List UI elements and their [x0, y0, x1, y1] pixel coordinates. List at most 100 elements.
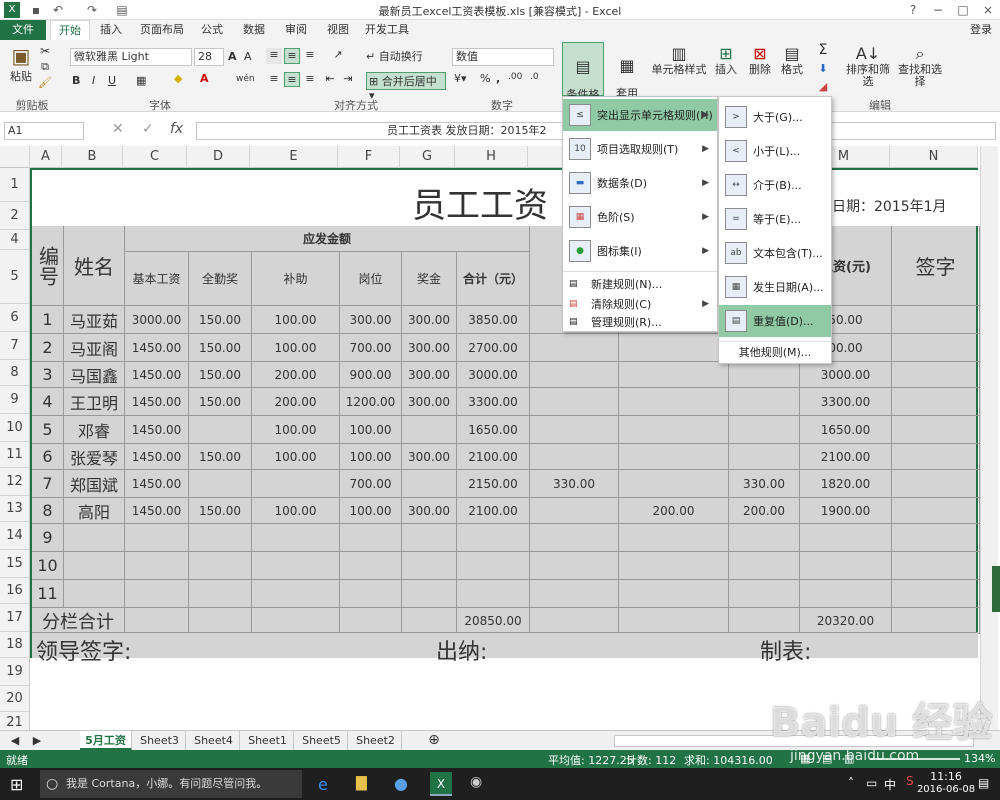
table-cell-empty[interactable]: [340, 524, 402, 552]
table-cell-bonus[interactable]: [402, 470, 457, 498]
delete-cells-button[interactable]: ⊠ 删除: [746, 44, 774, 76]
table-cell-bonus[interactable]: 300.00: [402, 362, 457, 388]
table-cell-x1[interactable]: [619, 362, 729, 388]
menu-clear-rules[interactable]: ▤ 清除规则(C) ▶: [563, 295, 717, 313]
cell-styles-button[interactable]: ▥ 单元格样式: [650, 44, 708, 76]
row-header[interactable]: 12: [0, 468, 30, 496]
table-cell-leave[interactable]: 330.00: [530, 470, 619, 498]
table-cell-sign[interactable]: [892, 470, 980, 498]
table-cell-name[interactable]: 王卫明: [64, 388, 125, 416]
header-attendance[interactable]: 全勤奖: [189, 252, 252, 306]
table-cell-empty[interactable]: [892, 608, 980, 634]
subtotal-net[interactable]: 20320.00: [800, 608, 892, 634]
tab-page-layout[interactable]: 页面布局: [138, 20, 186, 40]
tab-file[interactable]: 文件: [0, 20, 46, 40]
decrease-indent-icon[interactable]: ⇤: [322, 72, 338, 85]
increase-indent-icon[interactable]: ⇥: [340, 72, 356, 85]
table-cell-empty[interactable]: [125, 580, 189, 608]
rule-less-than[interactable]: < 小于(L)...: [719, 135, 831, 167]
column-header[interactable]: N: [890, 146, 978, 168]
sheet-tab-active[interactable]: 5月工资: [80, 731, 132, 750]
align-middle-icon[interactable]: ≡: [284, 48, 300, 64]
underline-icon[interactable]: U: [108, 74, 116, 87]
table-cell-no[interactable]: 10: [32, 552, 64, 580]
row-header[interactable]: 10: [0, 414, 30, 442]
row-header[interactable]: 17: [0, 604, 30, 632]
table-cell-no[interactable]: 11: [32, 580, 64, 608]
format-painter-icon[interactable]: 🖌: [38, 76, 52, 89]
table-cell-base[interactable]: 1450.00: [125, 416, 189, 444]
rule-between[interactable]: ↔ 介于(B)...: [719, 169, 831, 201]
table-cell-no[interactable]: 9: [32, 524, 64, 552]
menu-highlight-rules[interactable]: ≤ 突出显示单元格规则(H) ▶: [563, 99, 717, 131]
table-cell-empty[interactable]: [729, 524, 800, 552]
table-cell-total[interactable]: 2150.00: [457, 470, 530, 498]
table-cell-empty[interactable]: [619, 580, 729, 608]
table-cell-post[interactable]: 300.00: [340, 306, 402, 334]
table-cell-x1[interactable]: [619, 334, 729, 362]
table-cell-leave[interactable]: [530, 498, 619, 524]
row-header[interactable]: 7: [0, 332, 30, 360]
table-cell-empty[interactable]: [457, 524, 530, 552]
table-cell-name[interactable]: 马亚茹: [64, 306, 125, 334]
table-cell-empty[interactable]: [64, 552, 125, 580]
orientation-icon[interactable]: ↗: [330, 48, 346, 61]
tab-developer[interactable]: 开发工具: [364, 20, 410, 40]
subtotal-total[interactable]: 20850.00: [457, 608, 530, 634]
autosum-icon[interactable]: Σ: [816, 42, 830, 58]
sheet-tab[interactable]: Sheet4: [188, 731, 240, 750]
table-cell-empty[interactable]: [729, 580, 800, 608]
align-right-icon[interactable]: ≡: [302, 72, 318, 85]
selected-range[interactable]: 员工工资 日期：2015年1月 编号 姓名 应发金额 基本工资 全勤奖 补助 岗位 奖金 合计（…: [30, 168, 980, 665]
table-cell-net[interactable]: 1900.00: [800, 498, 892, 524]
table-cell-sub[interactable]: 100.00: [252, 444, 340, 470]
header-sign[interactable]: 签字: [892, 226, 980, 306]
table-cell-empty[interactable]: [402, 552, 457, 580]
rule-text-contains[interactable]: ab 文本包含(T)...: [719, 237, 831, 269]
table-cell-name[interactable]: 马亚阁: [64, 334, 125, 362]
row-header[interactable]: 6: [0, 304, 30, 332]
table-cell-post[interactable]: 100.00: [340, 498, 402, 524]
table-cell-no[interactable]: 8: [32, 498, 64, 524]
table-cell-sub[interactable]: 200.00: [252, 362, 340, 388]
excel-taskbar-icon[interactable]: X: [430, 772, 452, 796]
table-cell-empty[interactable]: [402, 580, 457, 608]
cortana-search-box[interactable]: ○ 我是 Cortana，小娜。有问题尽管问我。: [40, 770, 302, 798]
scroll-right-icon[interactable]: ▶: [30, 731, 44, 750]
table-cell-base[interactable]: 3000.00: [125, 306, 189, 334]
zoom-level[interactable]: 134%: [964, 752, 995, 765]
table-cell-att[interactable]: 150.00: [189, 306, 252, 334]
row-header[interactable]: 15: [0, 550, 30, 578]
table-cell-bonus[interactable]: 300.00: [402, 306, 457, 334]
increase-decimal-icon[interactable]: .00: [508, 72, 522, 82]
phonetic-icon[interactable]: wén: [236, 74, 255, 84]
table-cell-net[interactable]: 1650.00: [800, 416, 892, 444]
table-cell-sign[interactable]: [892, 552, 980, 580]
table-cell-empty[interactable]: [64, 580, 125, 608]
table-cell-sign[interactable]: [892, 334, 980, 362]
table-cell-empty[interactable]: [619, 552, 729, 580]
table-cell-no[interactable]: 3: [32, 362, 64, 388]
table-cell-sign[interactable]: [892, 580, 980, 608]
table-cell-empty[interactable]: [340, 608, 402, 634]
table-cell-empty[interactable]: [729, 552, 800, 580]
notification-icon[interactable]: ▤: [978, 776, 989, 790]
cancel-icon[interactable]: ✕: [112, 121, 124, 137]
table-cell-x2[interactable]: 330.00: [729, 470, 800, 498]
header-bonus[interactable]: 奖金: [402, 252, 457, 306]
fill-color-icon[interactable]: ◆: [174, 72, 182, 85]
name-box[interactable]: A1: [4, 122, 84, 140]
cut-icon[interactable]: ✂: [38, 44, 52, 58]
table-cell-post[interactable]: 900.00: [340, 362, 402, 388]
table-cell-empty[interactable]: [457, 552, 530, 580]
table-cell-empty[interactable]: [800, 524, 892, 552]
menu-color-scales[interactable]: ▦ 色阶(S) ▶: [563, 201, 717, 233]
border-icon[interactable]: ▦: [136, 74, 146, 87]
app-taskbar-icon[interactable]: ◉: [470, 774, 482, 790]
table-cell-base[interactable]: 1450.00: [125, 444, 189, 470]
table-cell-bonus[interactable]: 300.00: [402, 388, 457, 416]
row-header[interactable]: 5: [0, 250, 30, 304]
align-left-icon[interactable]: ≡: [266, 72, 282, 85]
table-cell-empty[interactable]: [252, 580, 340, 608]
table-cell-empty[interactable]: [189, 524, 252, 552]
